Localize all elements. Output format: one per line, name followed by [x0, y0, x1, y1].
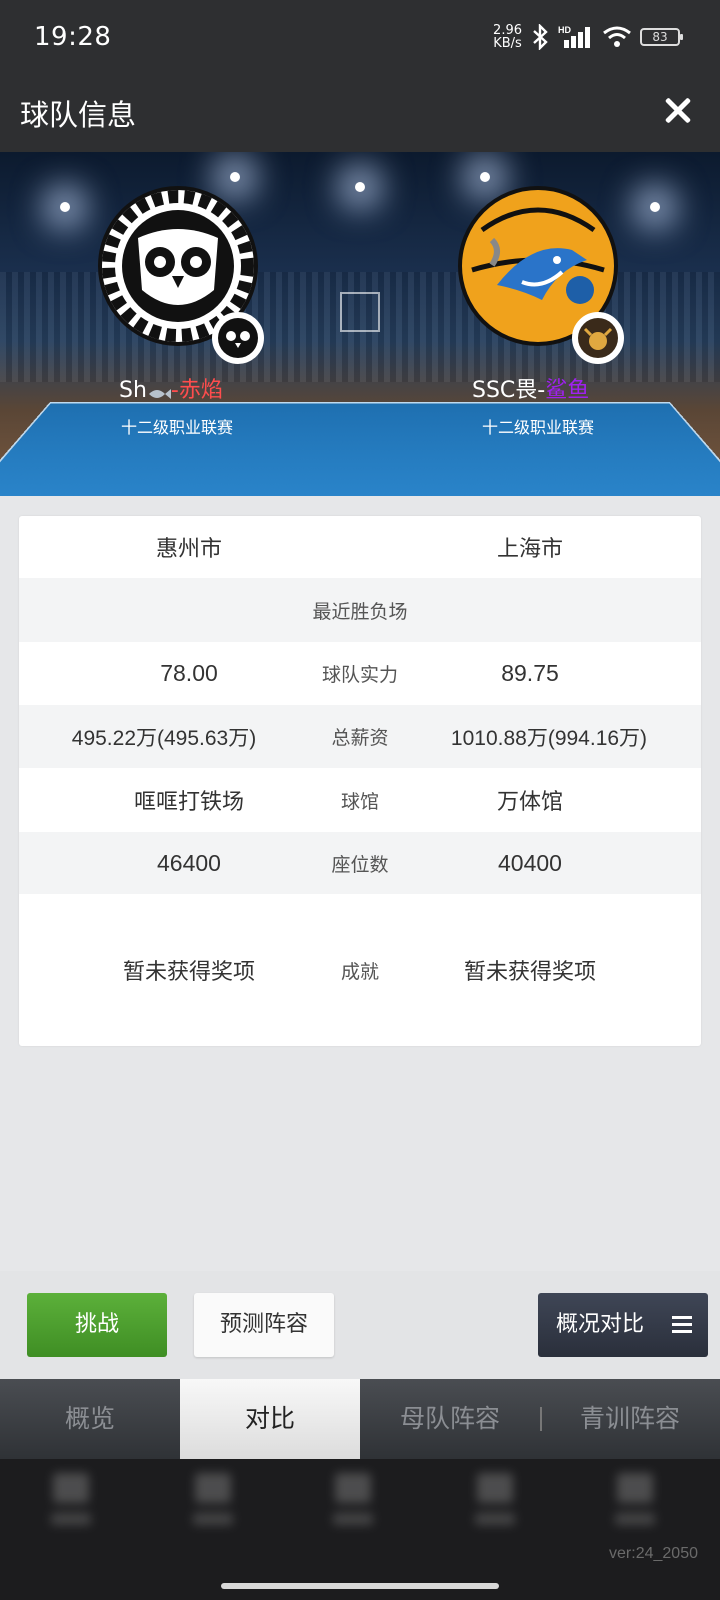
stadium-light [230, 172, 240, 182]
blurred-nav-item [190, 1473, 236, 1539]
table-row-seats: 46400 座位数 40400 [19, 832, 701, 894]
table-row-salary: 495.22万(495.63万) 总薪资 1010.88万(994.16万) [19, 705, 701, 768]
challenge-button[interactable]: 挑战 [27, 1293, 167, 1357]
table-row-recent: 最近胜负场 [19, 578, 701, 642]
status-time: 19:28 [34, 22, 112, 52]
home-indicator[interactable] [221, 1583, 499, 1589]
seats-right: 40400 [498, 849, 562, 876]
tab-bar: 概览 对比 母队阵容 青训阵容 [0, 1379, 720, 1459]
recent-record-label: 最近胜负场 [312, 600, 408, 623]
svg-text:HD: HD [558, 25, 571, 35]
network-speed: 2.96 KB/s [493, 23, 522, 51]
blurred-nav-item [612, 1473, 658, 1539]
table-row-strength: 78.00 球队实力 89.75 [19, 642, 701, 705]
signal-icon: HD [558, 24, 594, 50]
version-label: ver:24_2050 [609, 1545, 698, 1562]
arena-right: 万体馆 [496, 790, 563, 815]
team-a-name[interactable]: Sh -赤焰 [119, 372, 223, 404]
team-b-badge [572, 312, 624, 364]
team-b-name[interactable]: SSC畏-鲨鱼 [472, 372, 589, 404]
menu-icon [672, 1316, 692, 1334]
page-header: 球队信息 [0, 70, 720, 152]
strength-right: 89.75 [501, 660, 559, 686]
bluetooth-icon [530, 24, 550, 50]
team-a-badge [212, 312, 264, 364]
basketball-court [0, 402, 720, 496]
blurred-nav-item [330, 1473, 376, 1539]
city-right: 上海市 [496, 537, 563, 562]
page-title: 球队信息 [20, 98, 137, 132]
overview-compare-button[interactable]: 概况对比 [538, 1293, 708, 1357]
table-row-achievement: 暂未获得奖项 成就 暂未获得奖项 [19, 894, 701, 1046]
stadium-light [60, 202, 70, 212]
fish-icon [147, 383, 171, 399]
tab-parent-lineup[interactable]: 母队阵容 [360, 1379, 540, 1459]
city-left: 惠州市 [155, 537, 222, 562]
stadium-light [480, 172, 490, 182]
status-bar: 19:28 2.96 KB/s HD 83 [0, 0, 720, 70]
tab-compare[interactable]: 对比 [180, 1379, 360, 1459]
team-b-league: 十二级职业联赛 [482, 418, 595, 437]
action-bar: 挑战 预测阵容 概况对比 [0, 1271, 720, 1379]
stadium-light [355, 182, 365, 192]
salary-right: 1010.88万(994.16万) [450, 726, 648, 750]
basketball-hoop [340, 292, 380, 332]
wifi-icon [602, 25, 632, 49]
blurred-nav-item [48, 1473, 94, 1539]
comparison-table: 惠州市 上海市 最近胜负场 78.00 球队实力 89.75 495.22万(4… [19, 516, 701, 1046]
table-row-arena: 哐哐打铁场 球馆 万体馆 [19, 768, 701, 832]
tab-youth-lineup[interactable]: 青训阵容 [540, 1379, 720, 1459]
close-icon[interactable] [658, 90, 698, 130]
achievement-right: 暂未获得奖项 [463, 960, 596, 985]
salary-left: 495.22万(495.63万) [71, 726, 257, 750]
team-a-league: 十二级职业联赛 [121, 418, 234, 437]
stadium-light [650, 202, 660, 212]
battery-indicator: 83 [640, 28, 683, 46]
team-banner: Sh -赤焰 十二级职业联赛 SSC畏-鲨鱼 十二级职业联赛 [0, 152, 720, 496]
table-row-city: 惠州市 上海市 [19, 516, 701, 578]
predict-lineup-button[interactable]: 预测阵容 [194, 1293, 334, 1357]
status-indicators: 2.96 KB/s HD 83 [493, 23, 683, 51]
salary-label: 总薪资 [331, 727, 389, 749]
blurred-nav-item [472, 1473, 518, 1539]
tab-overview[interactable]: 概览 [0, 1379, 180, 1459]
bottom-navigation: ver:24_2050 [0, 1459, 720, 1600]
